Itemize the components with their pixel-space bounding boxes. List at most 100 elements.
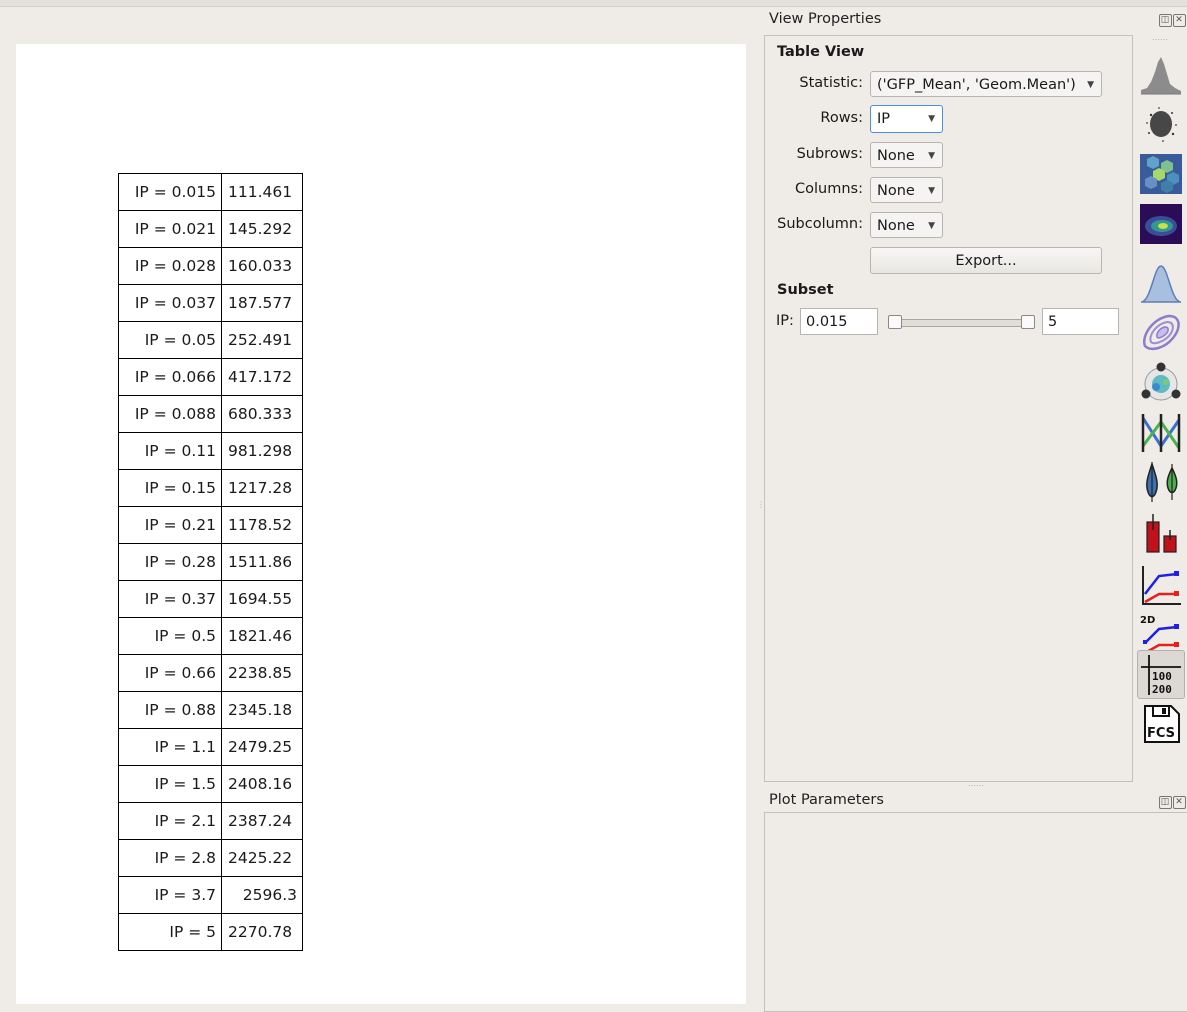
parallel-coordinates-icon [1141,414,1181,452]
value-cell: 1178.52 [221,506,303,544]
value-cell: 111.461 [221,173,303,211]
close-dock-icon[interactable]: ✕ [1173,796,1186,809]
plot-parameters-title: Plot Parameters [769,792,884,808]
hexbin-button[interactable] [1138,151,1184,197]
row-label-cell: IP = 2.1 [118,802,222,840]
table-row: IP = 0.11 981.298 [118,432,303,470]
value-cell: 417.172 [221,358,303,396]
value-cell: 1511.86 [221,543,303,581]
parallel-coordinates-button[interactable] [1138,410,1184,456]
row-label-cell: IP = 2.8 [118,839,222,877]
violin-plot-button[interactable] [1138,460,1184,506]
subset-ip-max-field[interactable]: 5 [1042,308,1119,335]
bar-chart-icon [1146,514,1177,553]
table-row: IP = 1.5 2408.16 [118,765,303,803]
row-label-cell: IP = 1.5 [118,765,222,803]
subrows-select[interactable]: None ▼ [870,142,943,168]
plot-canvas: IP = 0.015 111.461 IP = 0.021 145.292 IP = 0… [16,44,746,1004]
results-table: IP = 0.015 111.461 IP = 0.021 145.292 IP = 0… [118,173,303,951]
scatterplot-icon [1146,107,1177,142]
value-cell: 252.491 [221,321,303,359]
statistic-label: Statistic: [799,75,863,91]
fcs-export-button[interactable]: FCS [1138,701,1184,747]
slider-min-handle[interactable] [888,315,902,329]
chevron-down-icon: ▼ [1087,80,1094,90]
chevron-down-icon: ▼ [928,114,935,124]
row-label-cell: IP = 0.015 [118,173,222,211]
view-properties-dock-buttons: ◫ ✕ [1158,12,1186,27]
chevron-down-icon: ▼ [928,151,935,161]
horizontal-splitter-handle[interactable]: ⋯⋯ [968,781,984,790]
value-cell: 2479.25 [221,728,303,766]
subcolumn-select-value: None [877,218,915,234]
row-label-cell: IP = 0.021 [118,210,222,248]
table-row: IP = 0.066 417.172 [118,358,303,396]
float-dock-icon[interactable]: ◫ [1159,14,1172,27]
table-row: IP = 0.28 1511.86 [118,543,303,581]
table-view-heading: Table View [777,44,865,60]
toolbar-grip: ⋯⋯ [1152,35,1168,44]
row-label-cell: IP = 0.88 [118,691,222,729]
table-row: IP = 0.66 2238.85 [118,654,303,692]
slider-max-handle[interactable] [1021,315,1035,329]
line-statistics-icon [1142,566,1181,605]
table-row: IP = 3.7 2596.3 [118,876,303,914]
table-row: IP = 0.037 187.577 [118,284,303,322]
export-button[interactable]: Export... [870,247,1102,274]
row-label-cell: IP = 0.5 [118,617,222,655]
bar-chart-button[interactable] [1138,510,1184,556]
rows-select[interactable]: IP ▼ [870,105,943,133]
row-label-cell: IP = 0.088 [118,395,222,433]
subset-ip-range-slider[interactable] [888,319,1033,327]
rows-label: Rows: [820,110,863,126]
window-top-edge [0,0,1187,7]
kde-1d-button[interactable] [1138,260,1184,306]
columns-select-value: None [877,183,915,199]
radviz-icon [1141,362,1181,401]
row-label-cell: IP = 0.028 [118,247,222,285]
view-properties-title: View Properties [769,11,882,27]
kde-2d-icon [1142,314,1180,350]
subset-ip-min-field[interactable]: 0.015 [800,308,878,335]
value-cell: 187.577 [221,284,303,322]
row-label-cell: IP = 0.066 [118,358,222,396]
table-row: IP = 5 2270.78 [118,913,303,951]
subcolumn-select[interactable]: None ▼ [870,212,943,238]
float-dock-icon[interactable]: ◫ [1159,796,1172,809]
value-cell: 2425.22 [221,839,303,877]
table-row: IP = 0.21 1178.52 [118,506,303,544]
subset-heading: Subset [777,282,834,298]
histogram-button[interactable] [1138,52,1184,98]
radviz-button[interactable] [1138,360,1184,406]
table-row: IP = 0.028 160.033 [118,247,303,285]
row-label-cell: IP = 0.37 [118,580,222,618]
scatterplot-button[interactable] [1138,101,1184,147]
value-cell: 2596.3 [221,876,303,914]
kde-2d-button[interactable] [1138,310,1184,356]
table-row: IP = 2.1 2387.24 [118,802,303,840]
density-button[interactable] [1138,201,1184,247]
close-dock-icon[interactable]: ✕ [1173,14,1186,27]
table-row: IP = 0.05 252.491 [118,321,303,359]
line-statistics-button[interactable] [1138,562,1184,608]
table-row: IP = 0.88 2345.18 [118,691,303,729]
row-label-cell: IP = 0.21 [118,506,222,544]
plot-parameters-dock-buttons: ◫ ✕ [1158,794,1186,809]
value-cell: 145.292 [221,210,303,248]
chevron-down-icon: ▼ [928,221,935,231]
row-label-cell: IP = 0.15 [118,469,222,507]
violin-plot-icon [1146,462,1178,502]
row-label-cell: IP = 0.11 [118,432,222,470]
columns-label: Columns: [795,181,863,197]
columns-select[interactable]: None ▼ [870,177,943,203]
value-cell: 680.333 [221,395,303,433]
fcs-export-icon: FCS [1144,705,1180,743]
value-cell: 2387.24 [221,802,303,840]
table-view-button[interactable]: 100 200 [1137,650,1185,699]
row-label-cell: IP = 0.28 [118,543,222,581]
value-cell: 160.033 [221,247,303,285]
statistic-select[interactable]: ('GFP_Mean', 'Geom.Mean') ▼ [870,71,1102,97]
fcs-icon-text: FCS [1147,726,1175,741]
value-cell: 2345.18 [221,691,303,729]
row-label-cell: IP = 3.7 [118,876,222,914]
